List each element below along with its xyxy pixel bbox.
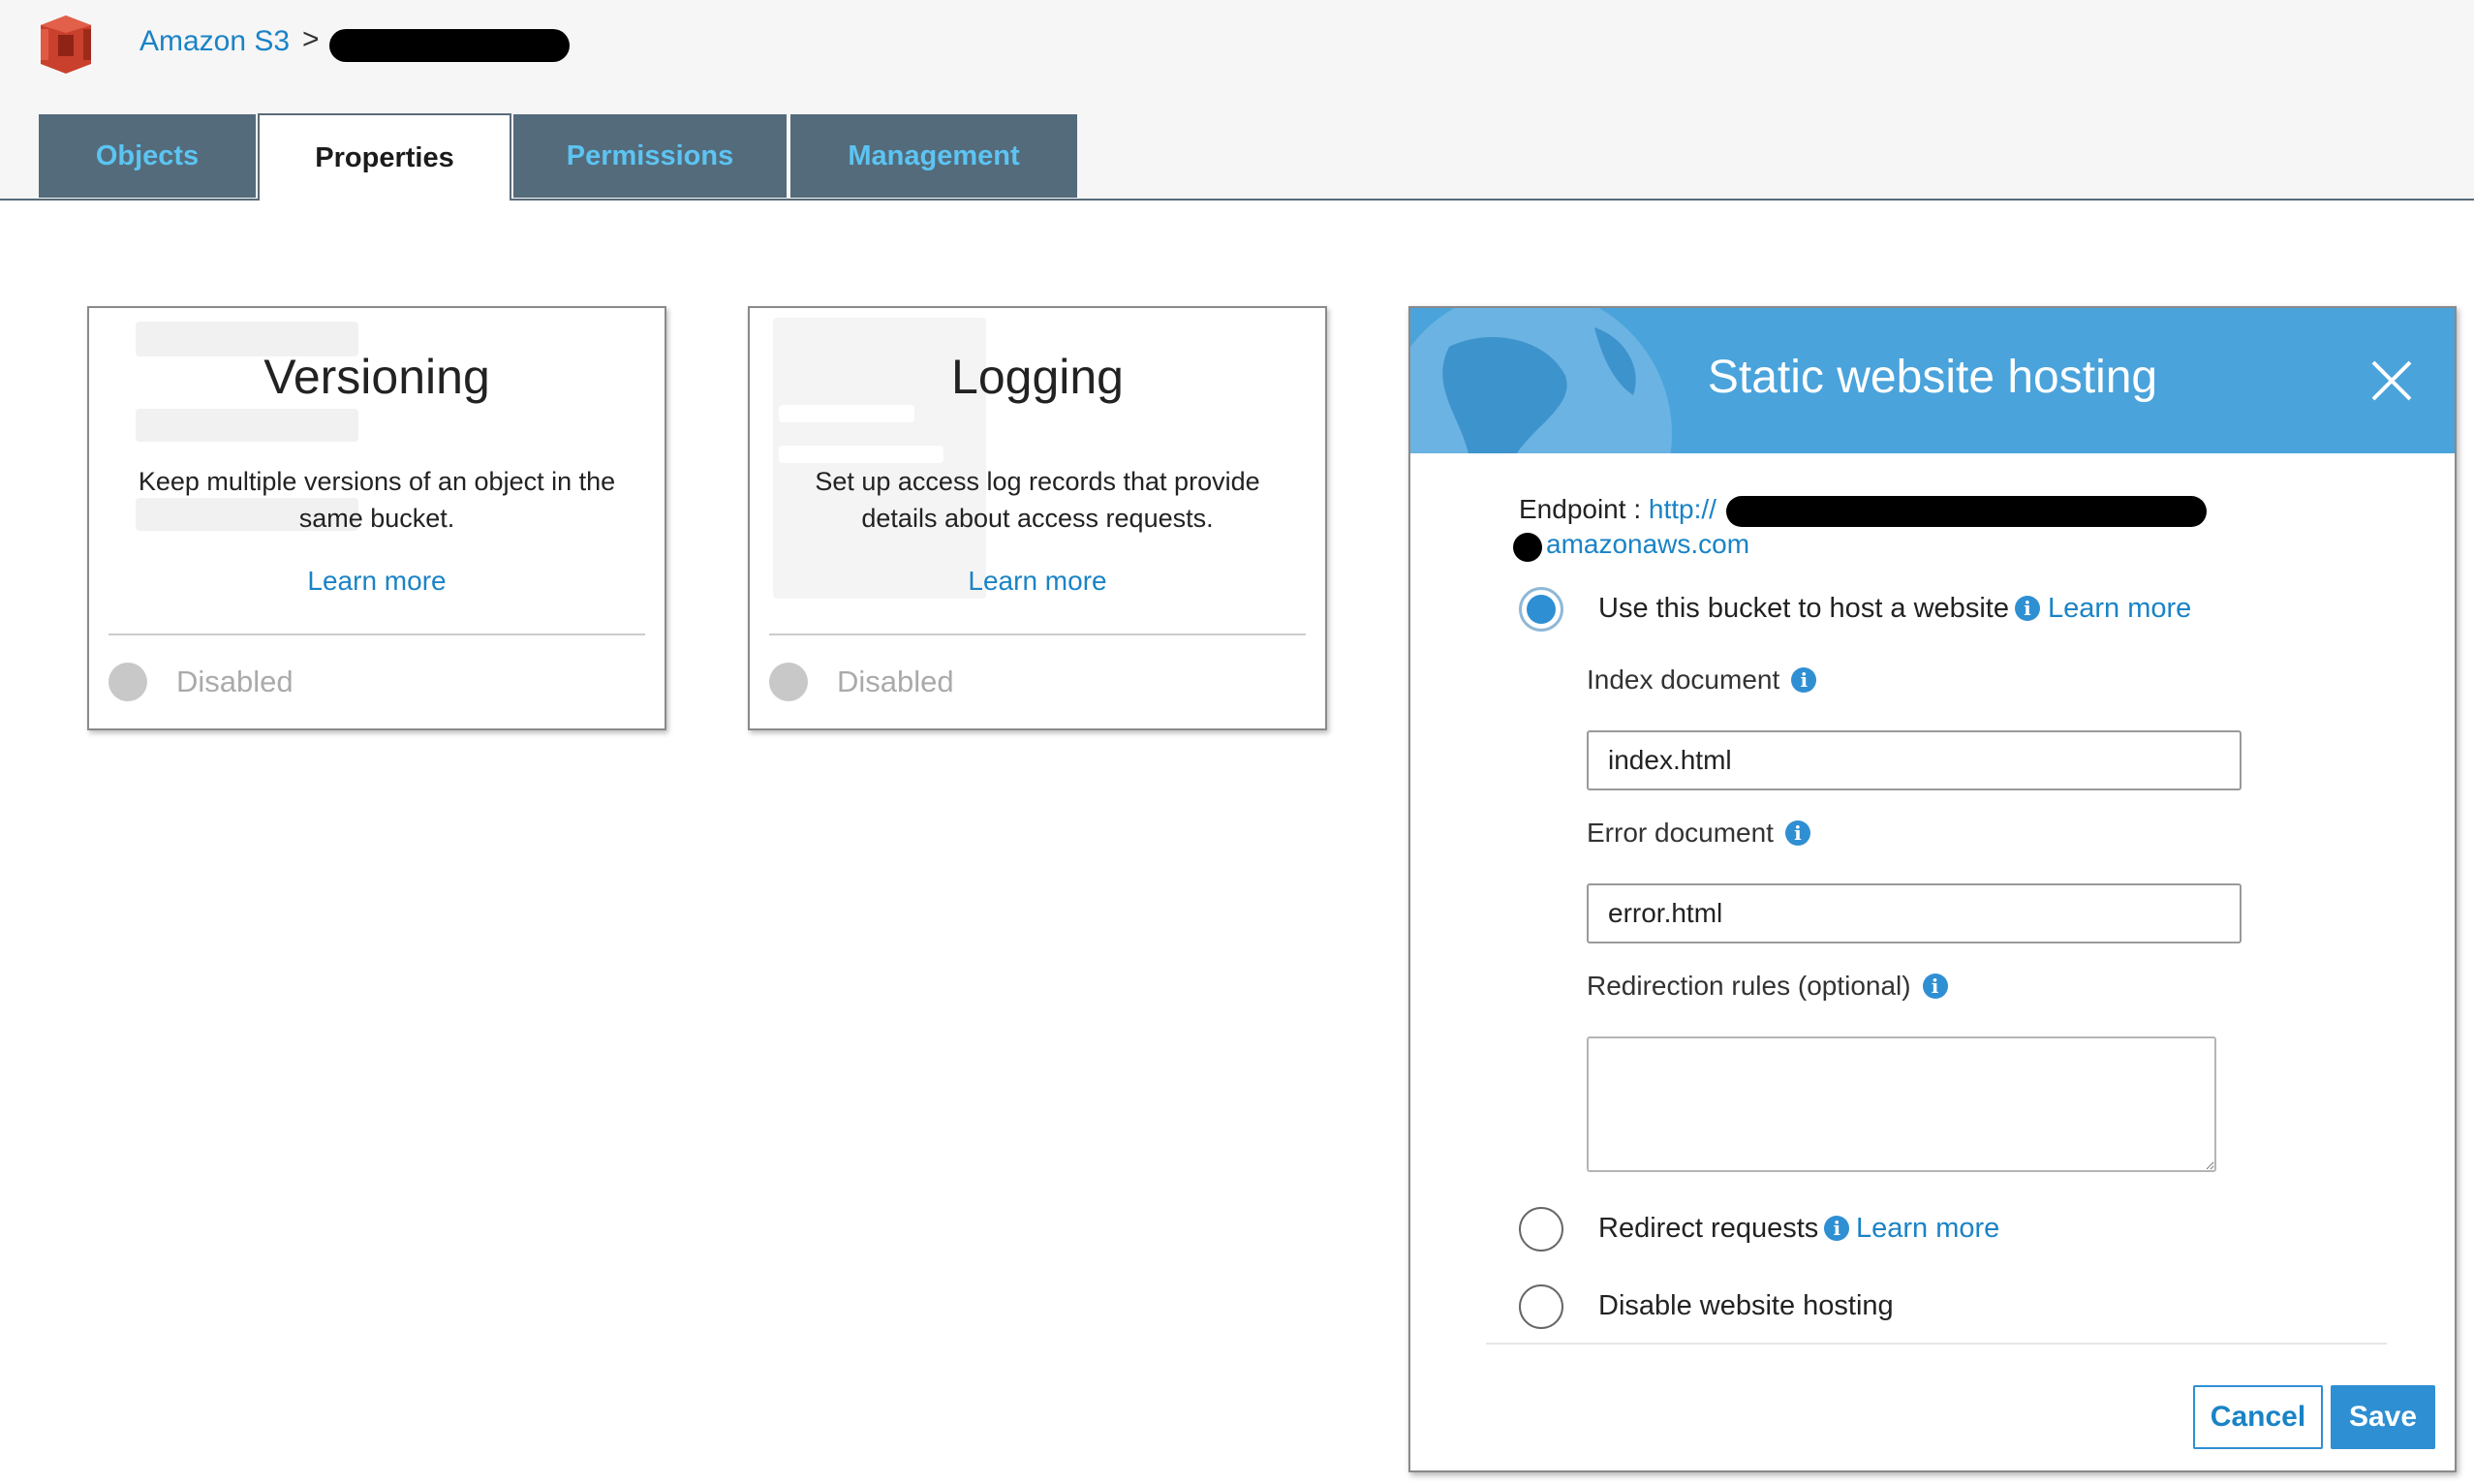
error-document-label-row: Error document i bbox=[1587, 818, 1810, 849]
logging-divider bbox=[769, 634, 1306, 635]
info-icon[interactable]: i bbox=[1824, 1216, 1850, 1241]
redirection-rules-textarea[interactable] bbox=[1587, 1036, 2216, 1172]
error-document-label: Error document bbox=[1587, 818, 1774, 848]
redirect-requests-radio[interactable] bbox=[1519, 1207, 1563, 1252]
redacted-endpoint-dot bbox=[1513, 533, 1542, 562]
panel-footer-divider bbox=[1486, 1343, 2387, 1345]
versioning-title: Versioning bbox=[263, 350, 490, 404]
host-website-label: Use this bucket to host a website bbox=[1598, 593, 2009, 624]
chevron-right-icon: > bbox=[302, 23, 320, 55]
redacted-endpoint bbox=[1726, 496, 2207, 527]
logging-card[interactable]: Logging Set up access log records that p… bbox=[748, 306, 1327, 730]
redirect-requests-label: Redirect requests bbox=[1598, 1213, 1819, 1244]
versioning-status: Disabled bbox=[176, 665, 294, 698]
host-website-learn-more-link[interactable]: Learn more bbox=[2048, 593, 2191, 625]
versioning-watermark-bar bbox=[136, 409, 358, 442]
info-icon[interactable]: i bbox=[1791, 667, 1817, 693]
index-document-label: Index document bbox=[1587, 665, 1780, 695]
tab-permissions[interactable]: Permissions bbox=[513, 114, 787, 198]
versioning-status-icon bbox=[108, 663, 147, 701]
close-icon[interactable] bbox=[2367, 356, 2416, 405]
tab-objects[interactable]: Objects bbox=[39, 114, 256, 198]
breadcrumb-amazon-s3[interactable]: Amazon S3 bbox=[139, 25, 290, 58]
logging-learn-more-link[interactable]: Learn more bbox=[750, 566, 1325, 597]
versioning-divider bbox=[108, 634, 645, 635]
endpoint-link-suffix[interactable]: amazonaws.com bbox=[1546, 529, 1749, 559]
logging-watermark-line bbox=[779, 405, 914, 422]
endpoint-link-prefix[interactable]: http:// bbox=[1649, 494, 1716, 524]
logging-status: Disabled bbox=[837, 665, 954, 698]
host-website-radio[interactable] bbox=[1519, 587, 1563, 632]
panel-header: Static website hosting bbox=[1410, 308, 2455, 453]
error-document-input[interactable] bbox=[1587, 883, 2242, 943]
endpoint: Endpoint : http:// amazonaws.com bbox=[1519, 492, 1749, 562]
panel-title: Static website hosting bbox=[1707, 352, 2158, 403]
redacted-bucket-name bbox=[329, 29, 570, 62]
logging-watermark-line-2 bbox=[779, 446, 943, 463]
endpoint-label: Endpoint : bbox=[1519, 494, 1649, 524]
index-document-label-row: Index document i bbox=[1587, 665, 1817, 696]
versioning-description: Keep multiple versions of an object in t… bbox=[138, 467, 616, 533]
redirection-rules-label-row: Redirection rules (optional) i bbox=[1587, 971, 1948, 1002]
static-website-hosting-panel: Static website hosting Endpoint : http:/… bbox=[1408, 306, 2457, 1472]
amazon-s3-logo[interactable] bbox=[37, 14, 95, 76]
tab-management[interactable]: Management bbox=[790, 114, 1077, 198]
redirection-rules-label: Redirection rules (optional) bbox=[1587, 971, 1911, 1001]
disable-hosting-radio[interactable] bbox=[1519, 1284, 1563, 1329]
logging-description: Set up access log records that provide d… bbox=[815, 467, 1260, 533]
save-button[interactable]: Save bbox=[2331, 1385, 2435, 1449]
info-icon[interactable]: i bbox=[2014, 596, 2040, 621]
host-website-option: Use this bucket to host a website i bbox=[1598, 593, 2040, 625]
info-icon[interactable]: i bbox=[1784, 820, 1810, 846]
redirect-requests-option: Redirect requests i bbox=[1598, 1213, 1850, 1245]
index-document-input[interactable] bbox=[1587, 730, 2242, 790]
versioning-card[interactable]: Versioning Keep multiple versions of an … bbox=[87, 306, 666, 730]
redirect-requests-learn-more-link[interactable]: Learn more bbox=[1856, 1213, 1999, 1245]
disable-hosting-label: Disable website hosting bbox=[1598, 1290, 1894, 1321]
versioning-learn-more-link[interactable]: Learn more bbox=[89, 566, 665, 597]
info-icon[interactable]: i bbox=[1922, 974, 1948, 999]
logging-title: Logging bbox=[951, 350, 1124, 404]
cancel-button[interactable]: Cancel bbox=[2193, 1385, 2323, 1449]
logging-status-icon bbox=[769, 663, 808, 701]
tab-properties[interactable]: Properties bbox=[258, 113, 511, 201]
